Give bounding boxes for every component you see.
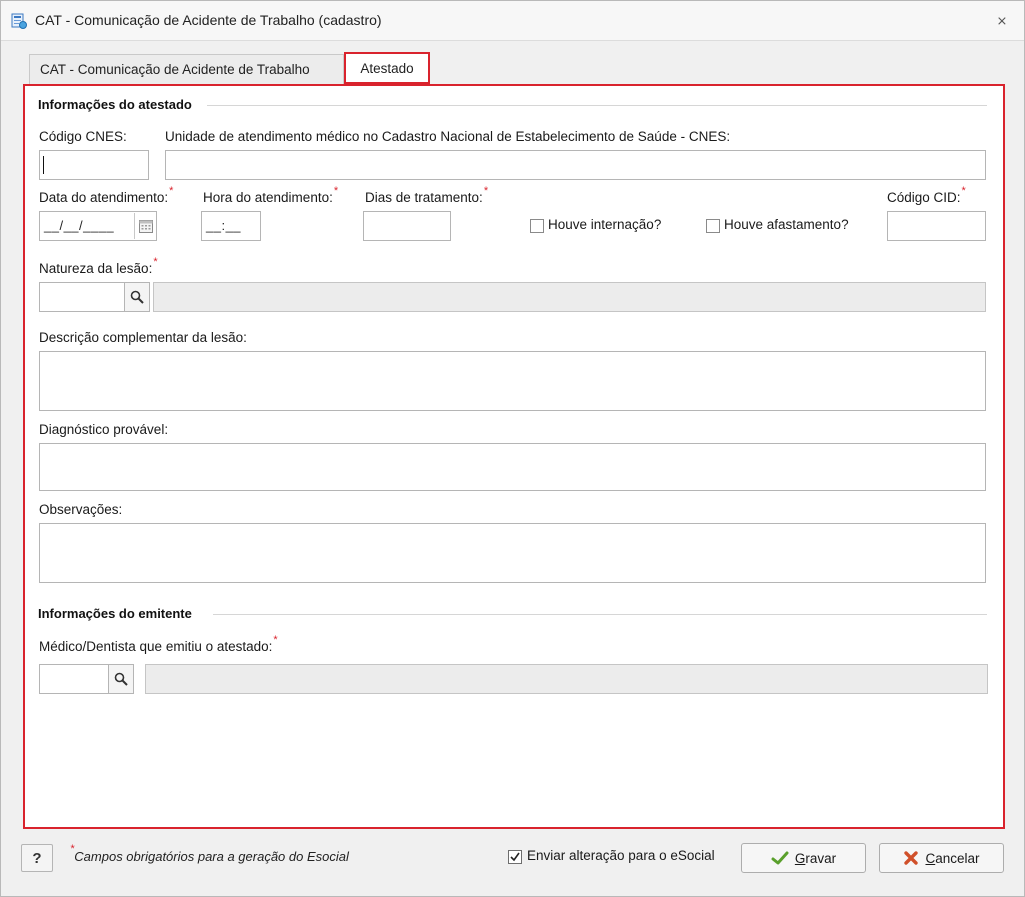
tab-cat-comunicacao[interactable]: CAT - Comunicação de Acidente de Trabalh… — [29, 54, 344, 84]
cnes-unit-input[interactable] — [165, 150, 986, 180]
diagnosis-textarea[interactable] — [39, 443, 986, 491]
days-input[interactable] — [363, 211, 451, 241]
window-title: CAT - Comunicação de Acidente de Trabalh… — [35, 12, 382, 28]
hospitalization-checkbox[interactable] — [530, 219, 544, 233]
app-icon — [11, 13, 27, 29]
leave-checkbox[interactable] — [706, 219, 720, 233]
injury-nature-description — [153, 282, 986, 312]
hospitalization-label: Houve internação? — [548, 217, 662, 232]
text-caret — [43, 156, 44, 174]
check-icon — [771, 851, 789, 865]
injury-nature-label: Natureza da lesão:* — [39, 256, 158, 276]
close-icon[interactable]: ⨯ — [990, 9, 1014, 33]
section-divider — [213, 614, 987, 615]
notes-textarea[interactable] — [39, 523, 986, 583]
tab-atestado[interactable]: Atestado — [344, 52, 430, 84]
required-fields-note: *Campos obrigatórios para a geração do E… — [70, 843, 349, 864]
checkmark-icon — [510, 852, 520, 862]
time-input[interactable]: __:__ — [201, 211, 261, 241]
section-divider — [207, 105, 987, 106]
cnes-unit-label: Unidade de atendimento médico no Cadastr… — [165, 129, 731, 144]
search-icon[interactable] — [108, 664, 134, 694]
leave-label: Houve afastamento? — [724, 217, 849, 232]
date-input[interactable]: __/__/____ — [39, 211, 157, 241]
cnes-code-input[interactable] — [39, 150, 149, 180]
cancel-x-icon — [904, 851, 919, 865]
diagnosis-label: Diagnóstico provável: — [39, 422, 169, 437]
notes-label: Observações: — [39, 502, 123, 517]
injury-nature-code-input[interactable] — [39, 282, 125, 312]
save-button[interactable]: Gravar — [741, 843, 866, 873]
cid-label: Código CID:* — [887, 185, 966, 205]
cnes-code-label: Código CNES: — [39, 129, 127, 144]
cat-dialog-window: CAT - Comunicação de Acidente de Trabalh… — [0, 0, 1025, 897]
cancel-button[interactable]: Cancelar — [879, 843, 1004, 873]
send-esocial-checkbox[interactable] — [508, 850, 522, 864]
days-label: Dias de tratamento:* — [365, 185, 489, 205]
time-label: Hora do atendimento:* — [203, 185, 339, 205]
atestado-panel: Informações do atestado Código CNES: Uni… — [23, 84, 1005, 829]
calendar-icon[interactable] — [134, 213, 156, 239]
title-bar: CAT - Comunicação de Acidente de Trabalh… — [1, 1, 1024, 41]
help-button[interactable]: ? — [21, 844, 53, 872]
section-title-emitente: Informações do emitente — [38, 606, 192, 621]
injury-description-textarea[interactable] — [39, 351, 986, 411]
send-esocial-label: Enviar alteração para o eSocial — [527, 848, 715, 863]
search-icon[interactable] — [124, 282, 150, 312]
injury-description-label: Descrição complementar da lesão: — [39, 330, 247, 345]
section-title-atestado: Informações do atestado — [38, 97, 192, 112]
doctor-name-display — [145, 664, 988, 694]
cid-input[interactable] — [887, 211, 986, 241]
date-label: Data do atendimento:* — [39, 185, 174, 205]
doctor-label: Médico/Dentista que emitiu o atestado:* — [39, 634, 278, 654]
doctor-code-input[interactable] — [39, 664, 109, 694]
